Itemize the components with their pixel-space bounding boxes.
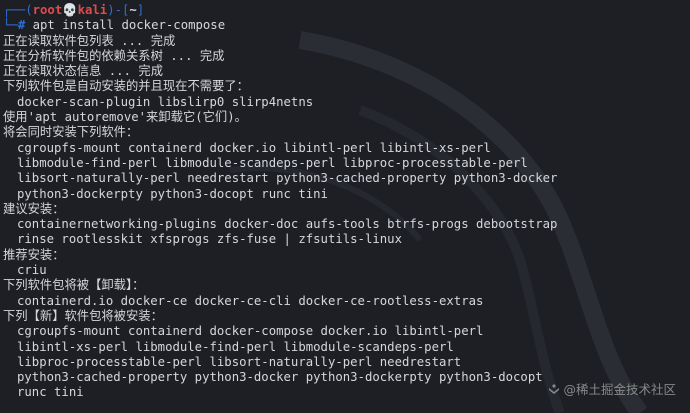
watermark-text: @稀土掘金技术社区 bbox=[563, 381, 676, 397]
prompt-host: kali bbox=[77, 3, 108, 17]
prompt-frame-bottom: └─ bbox=[3, 18, 18, 33]
output-line: cgroupfs-mount containerd docker.io libi… bbox=[17, 140, 491, 155]
terminal-window[interactable]: ┌──(root💀kali)-[~] └─# apt install docke… bbox=[0, 0, 690, 413]
output-line: cgroupfs-mount containerd docker-compose… bbox=[17, 324, 484, 339]
output-line: containerd.io docker-ce docker-ce-cli do… bbox=[17, 293, 484, 308]
output-lines: 正在读取软件包列表 ... 完成 正在分析软件包的依赖关系树 ... 完成 正在读取… bbox=[3, 34, 688, 401]
output-line: libsort-naturally-perl needrestart pytho… bbox=[17, 171, 558, 186]
juejin-logo-icon bbox=[549, 384, 560, 395]
output-line: 正在读取软件包列表 ... 完成 bbox=[3, 33, 176, 48]
output-line: 使用'apt autoremove'来卸载它(它们)。 bbox=[3, 110, 247, 125]
output-line: libintl-xs-perl libmodule-find-perl libm… bbox=[17, 339, 454, 354]
output-line: 下列软件包是自动安装的并且现在不需要了： bbox=[3, 79, 249, 94]
output-line: docker-scan-plugin libslirp0 slirp4netns bbox=[17, 94, 314, 109]
command-text[interactable]: apt install docker-compose bbox=[25, 18, 226, 32]
prompt-path: ~ bbox=[129, 3, 137, 17]
output-line: 推荐安装： bbox=[3, 247, 65, 262]
output-line: criu bbox=[17, 263, 47, 278]
output-line: containernetworking-plugins docker-doc a… bbox=[17, 217, 558, 232]
watermark: @稀土掘金技术社区 bbox=[548, 382, 676, 397]
output-line: libproc-processtable-perl libsort-natura… bbox=[17, 354, 462, 369]
output-line: 建议安装： bbox=[3, 201, 65, 216]
output-line: 下列【新】软件包将被安装： bbox=[3, 308, 163, 323]
prompt-frame-close: ] bbox=[136, 3, 145, 17]
output-line: rinse rootlesskit xfsprogs zfs-fuse | zf… bbox=[17, 232, 402, 247]
output-line: 将会同时安装下列软件： bbox=[3, 125, 139, 140]
skull-icon: 💀 bbox=[62, 3, 78, 17]
terminal-output: ┌──(root💀kali)-[~] └─# apt install docke… bbox=[3, 3, 688, 401]
output-line: 正在读取状态信息 ... 完成 bbox=[3, 64, 163, 79]
prompt-line-2: └─# apt install docker-compose bbox=[3, 18, 688, 33]
output-line: libmodule-find-perl libmodule-scandeps-p… bbox=[17, 155, 528, 170]
output-line: 下列软件包将被【卸载】： bbox=[3, 278, 145, 293]
output-line: 正在分析软件包的依赖关系树 ... 完成 bbox=[3, 48, 225, 63]
prompt-line-1: ┌──(root💀kali)-[~] bbox=[3, 3, 688, 18]
prompt-user: root bbox=[32, 3, 63, 17]
prompt-frame-open: ┌──( bbox=[3, 3, 33, 17]
prompt-frame-mid: )-[ bbox=[107, 3, 130, 17]
output-line: python3-dockerpty python3-docopt runc ti… bbox=[17, 186, 328, 201]
